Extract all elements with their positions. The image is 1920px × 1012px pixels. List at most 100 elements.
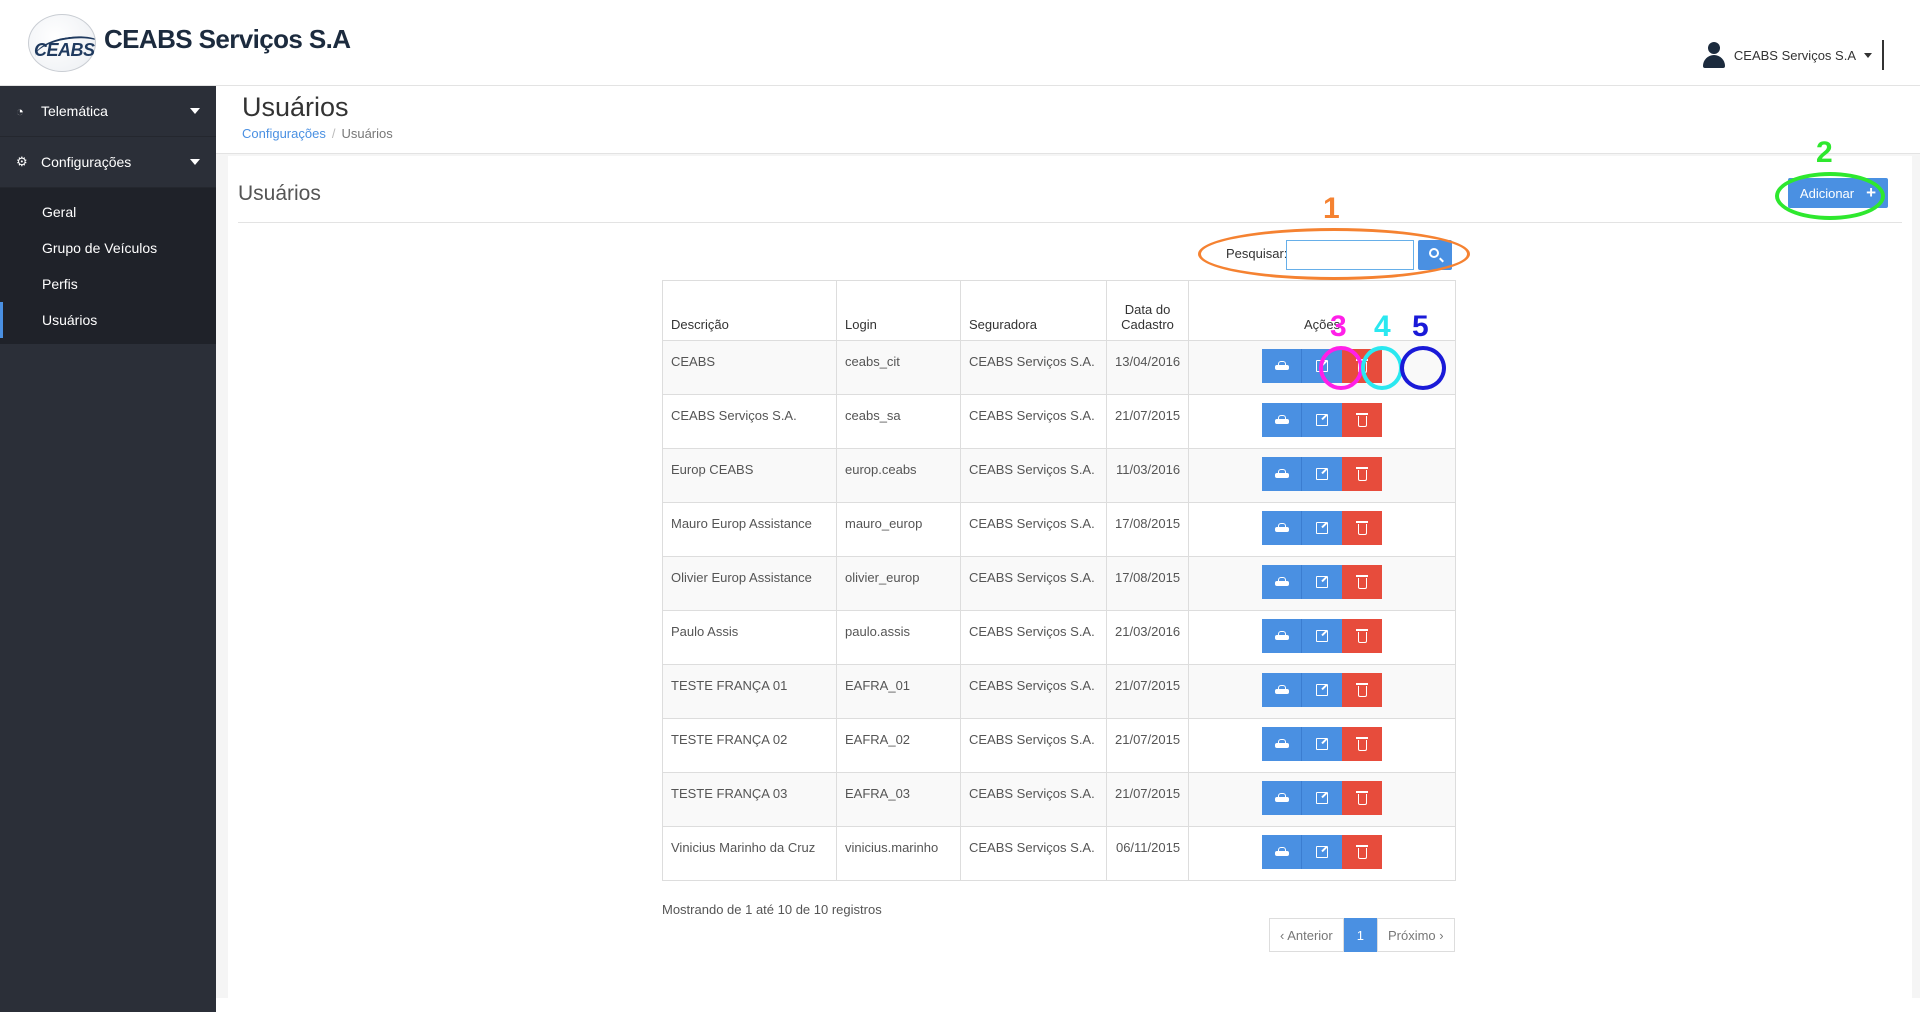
cell-actions (1188, 718, 1456, 773)
search-input[interactable] (1286, 240, 1414, 270)
delete-button[interactable] (1342, 727, 1383, 761)
sidebar-item-usuarios[interactable]: Usuários (0, 302, 216, 338)
edit-button[interactable] (1302, 727, 1343, 761)
column-header-seguradora[interactable]: Seguradora (960, 280, 1107, 341)
edit-icon (1316, 360, 1329, 372)
cell-descricao: Paulo Assis (662, 610, 837, 665)
table-row: CEABS ceabs_cit CEABS Serviços S.A. 13/04/2… (662, 340, 1456, 395)
table-row: TESTE FRANÇA 01 EAFRA_01 CEABS Serviços S.… (662, 664, 1456, 719)
column-header-login[interactable]: Login (836, 280, 961, 341)
delete-button[interactable] (1342, 673, 1383, 707)
edit-button[interactable] (1302, 349, 1343, 383)
cell-data-cadastro: 17/08/2015 (1105, 556, 1190, 611)
cell-data-cadastro: 17/08/2015 (1105, 502, 1190, 557)
edit-button[interactable] (1302, 511, 1343, 545)
chevron-down-icon (1864, 52, 1872, 58)
pagination-page-1[interactable]: 1 (1343, 918, 1377, 952)
table-row: TESTE FRANÇA 03 EAFRA_03 CEABS Serviços S.… (662, 772, 1456, 827)
edit-button[interactable] (1302, 457, 1343, 491)
delete-button[interactable] (1342, 835, 1383, 869)
vehicles-button[interactable] (1262, 619, 1303, 653)
trash-icon (1355, 574, 1368, 589)
cell-login: europ.ceabs (836, 448, 961, 503)
pagination-previous[interactable]: ‹ Anterior (1269, 918, 1344, 952)
cell-login: mauro_europ (836, 502, 961, 557)
cell-seguradora: CEABS Serviços S.A. (960, 340, 1107, 395)
vehicles-button[interactable] (1262, 511, 1303, 545)
edit-button[interactable] (1302, 403, 1343, 437)
row-actions (1197, 349, 1447, 383)
row-actions (1197, 835, 1447, 869)
cell-login: paulo.assis (836, 610, 961, 665)
pagination: ‹ Anterior 1 Próximo › (1269, 918, 1455, 952)
chevron-down-icon (190, 159, 200, 165)
edit-button[interactable] (1302, 565, 1343, 599)
user-icon (1702, 42, 1726, 68)
delete-button[interactable] (1342, 781, 1383, 815)
sidebar-item-label: Telemática (41, 103, 108, 119)
cell-login: olivier_europ (836, 556, 961, 611)
row-actions (1197, 565, 1447, 599)
edit-icon (1316, 738, 1329, 750)
cell-descricao: CEABS Serviços S.A. (662, 394, 837, 449)
trash-icon (1355, 358, 1368, 373)
sidebar-item-grupo-veiculos[interactable]: Grupo de Veículos (0, 230, 216, 266)
trash-icon (1355, 520, 1368, 535)
car-icon (1274, 361, 1289, 371)
row-actions (1197, 403, 1447, 437)
user-menu[interactable]: CEABS Serviços S.A (1702, 40, 1884, 70)
car-icon (1274, 847, 1289, 857)
breadcrumb-link-configuracoes[interactable]: Configurações (242, 126, 326, 141)
sidebar-item-telematica[interactable]: ◔ Telemática (0, 86, 216, 137)
table-row: TESTE FRANÇA 02 EAFRA_02 CEABS Serviços S.… (662, 718, 1456, 773)
column-header-descricao[interactable]: Descrição (662, 280, 837, 341)
sidebar-item-geral[interactable]: Geral (0, 194, 216, 230)
delete-button[interactable] (1342, 349, 1383, 383)
trash-icon (1355, 466, 1368, 481)
cell-actions (1188, 502, 1456, 557)
cell-login: ceabs_cit (836, 340, 961, 395)
cell-actions (1188, 772, 1456, 827)
cell-data-cadastro: 21/07/2015 (1105, 664, 1190, 719)
brand-title: CEABS Serviços S.A (104, 24, 351, 54)
car-icon (1274, 415, 1289, 425)
delete-button[interactable] (1342, 457, 1383, 491)
delete-button[interactable] (1342, 619, 1383, 653)
edit-button[interactable] (1302, 781, 1343, 815)
vehicles-button[interactable] (1262, 835, 1303, 869)
add-user-button[interactable]: Adicionar + (1788, 178, 1888, 208)
cell-seguradora: CEABS Serviços S.A. (960, 610, 1107, 665)
annotation-number-4: 4 (1374, 310, 1391, 343)
search-button[interactable] (1418, 240, 1452, 270)
row-actions (1197, 619, 1447, 653)
delete-button[interactable] (1342, 511, 1383, 545)
vehicles-button[interactable] (1262, 727, 1303, 761)
cell-data-cadastro: 21/07/2015 (1105, 772, 1190, 827)
cell-login: ceabs_sa (836, 394, 961, 449)
sidebar-item-configuracoes[interactable]: ⚙ Configurações (0, 137, 216, 188)
submenu-configuracoes: Geral Grupo de Veículos Perfis Usuários (0, 188, 216, 344)
cell-data-cadastro: 11/03/2016 (1105, 448, 1190, 503)
delete-button[interactable] (1342, 403, 1383, 437)
vehicles-button[interactable] (1262, 565, 1303, 599)
annotation-number-5: 5 (1412, 310, 1429, 343)
logo-text: CEABS (34, 40, 95, 60)
trash-icon (1355, 682, 1368, 697)
edit-button[interactable] (1302, 619, 1343, 653)
vehicles-button[interactable] (1262, 403, 1303, 437)
vehicles-button[interactable] (1262, 457, 1303, 491)
edit-button[interactable] (1302, 835, 1343, 869)
edit-button[interactable] (1302, 673, 1343, 707)
edit-icon (1316, 414, 1329, 426)
car-icon (1274, 739, 1289, 749)
delete-button[interactable] (1342, 565, 1383, 599)
car-icon (1274, 631, 1289, 641)
vehicles-button[interactable] (1262, 781, 1303, 815)
pagination-next[interactable]: Próximo › (1376, 918, 1455, 952)
row-actions (1197, 673, 1447, 707)
column-header-data-cadastro[interactable]: Data do Cadastro (1105, 280, 1190, 341)
sidebar-item-perfis[interactable]: Perfis (0, 266, 216, 302)
edit-icon (1316, 684, 1329, 696)
vehicles-button[interactable] (1262, 673, 1303, 707)
vehicles-button[interactable] (1262, 349, 1303, 383)
